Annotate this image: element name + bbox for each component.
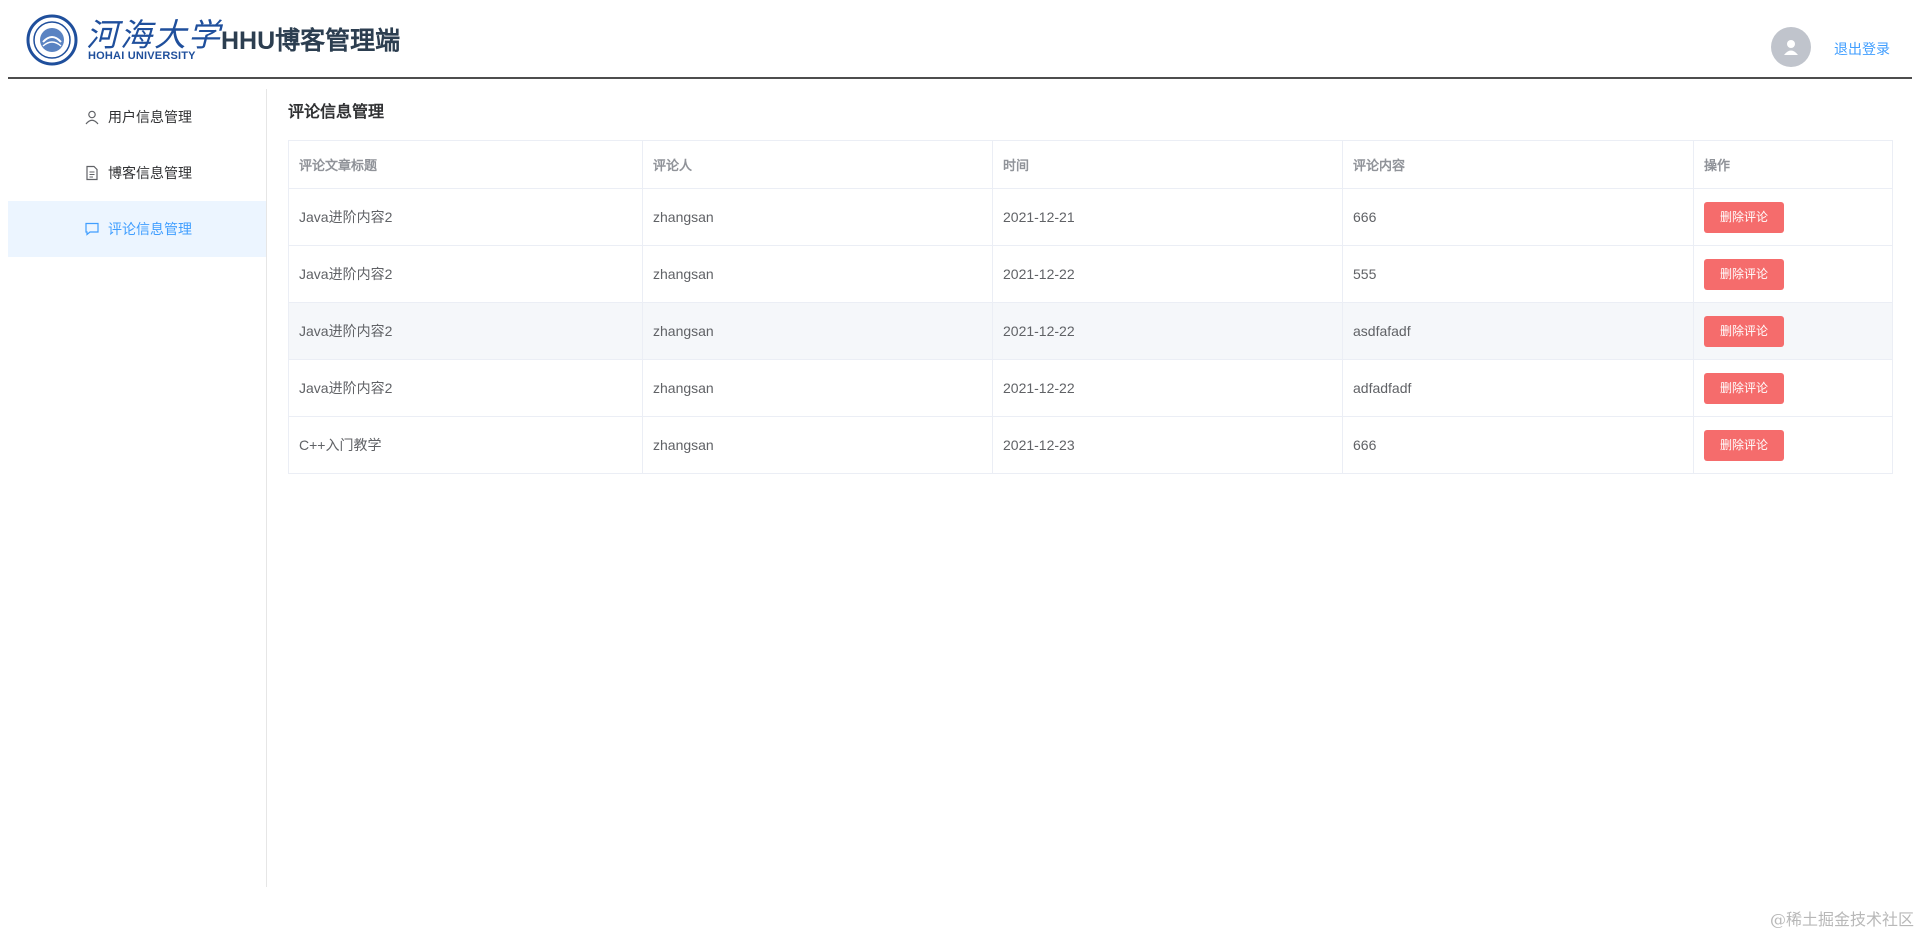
cell-content: 666: [1342, 188, 1694, 246]
logo-english-text: HOHAI UNIVERSITY: [88, 50, 196, 62]
cell-article-title: Java进阶内容2: [288, 359, 643, 417]
delete-comment-button[interactable]: 删除评论: [1704, 201, 1784, 233]
cell-actions: 删除评论: [1693, 359, 1893, 417]
table-row: Java进阶内容2 zhangsan 2021-12-22 asdfafadf …: [288, 302, 1893, 360]
cell-time: 2021-12-22: [992, 245, 1343, 303]
cell-actions: 删除评论: [1693, 416, 1893, 474]
cell-commenter: zhangsan: [642, 359, 993, 417]
delete-comment-button[interactable]: 删除评论: [1704, 315, 1784, 347]
user-icon: [84, 109, 100, 125]
app-title: HHU博客管理端: [221, 27, 401, 55]
cell-article-title: C++入门教学: [288, 416, 643, 474]
table-row: Java进阶内容2 zhangsan 2021-12-21 666 删除评论: [288, 188, 1893, 246]
cell-actions: 删除评论: [1693, 188, 1893, 246]
avatar[interactable]: [1771, 27, 1811, 67]
cell-time: 2021-12-23: [992, 416, 1343, 474]
cell-content: asdfafadf: [1342, 302, 1694, 360]
cell-commenter: zhangsan: [642, 302, 993, 360]
sidebar-item-label: 用户信息管理: [108, 109, 192, 125]
top-header: 河海大学 HOHAI UNIVERSITY HHU博客管理端 退出登录: [8, 0, 1912, 79]
cell-article-title: Java进阶内容2: [288, 302, 643, 360]
cell-content: adfadfadf: [1342, 359, 1694, 417]
sidebar-item-blog-management[interactable]: 博客信息管理: [8, 145, 266, 201]
comments-table: 评论文章标题 评论人 时间 评论内容 操作 Java进阶内容2 zhangsan…: [288, 140, 1893, 474]
table-row: Java进阶内容2 zhangsan 2021-12-22 555 删除评论: [288, 245, 1893, 303]
column-header-actions: 操作: [1693, 140, 1893, 189]
delete-comment-button[interactable]: 删除评论: [1704, 372, 1784, 404]
cell-time: 2021-12-21: [992, 188, 1343, 246]
cell-commenter: zhangsan: [642, 245, 993, 303]
sidebar-item-comment-management[interactable]: 评论信息管理: [8, 201, 266, 257]
cell-commenter: zhangsan: [642, 188, 993, 246]
cell-article-title: Java进阶内容2: [288, 245, 643, 303]
sidebar-menu: 用户信息管理 博客信息管理 评论信息管理: [8, 89, 267, 887]
cell-content: 555: [1342, 245, 1694, 303]
chat-bubble-icon: [84, 221, 100, 237]
university-logo: 河海大学 HOHAI UNIVERSITY: [26, 12, 220, 68]
sidebar-item-user-management[interactable]: 用户信息管理: [8, 89, 266, 145]
university-seal-icon: [26, 14, 78, 66]
table-header-row: 评论文章标题 评论人 时间 评论内容 操作: [288, 140, 1893, 189]
cell-actions: 删除评论: [1693, 302, 1893, 360]
cell-actions: 删除评论: [1693, 245, 1893, 303]
document-icon: [84, 165, 100, 181]
delete-comment-button[interactable]: 删除评论: [1704, 429, 1784, 461]
cell-article-title: Java进阶内容2: [288, 188, 643, 246]
watermark: @稀土掘金技术社区: [1769, 910, 1914, 929]
column-header-commenter: 评论人: [642, 140, 993, 189]
logout-link[interactable]: 退出登录: [1834, 39, 1890, 59]
sidebar-item-label: 博客信息管理: [108, 165, 192, 181]
cell-time: 2021-12-22: [992, 359, 1343, 417]
table-row: Java进阶内容2 zhangsan 2021-12-22 adfadfadf …: [288, 359, 1893, 417]
page-title: 评论信息管理: [288, 104, 385, 121]
cell-time: 2021-12-22: [992, 302, 1343, 360]
column-header-time: 时间: [992, 140, 1343, 189]
sidebar-item-label: 评论信息管理: [108, 221, 192, 237]
table-row: C++入门教学 zhangsan 2021-12-23 666 删除评论: [288, 416, 1893, 474]
user-avatar-icon: [1784, 40, 1798, 55]
cell-content: 666: [1342, 416, 1694, 474]
cell-commenter: zhangsan: [642, 416, 993, 474]
column-header-content: 评论内容: [1342, 140, 1694, 189]
delete-comment-button[interactable]: 删除评论: [1704, 258, 1784, 290]
column-header-article-title: 评论文章标题: [288, 140, 643, 189]
